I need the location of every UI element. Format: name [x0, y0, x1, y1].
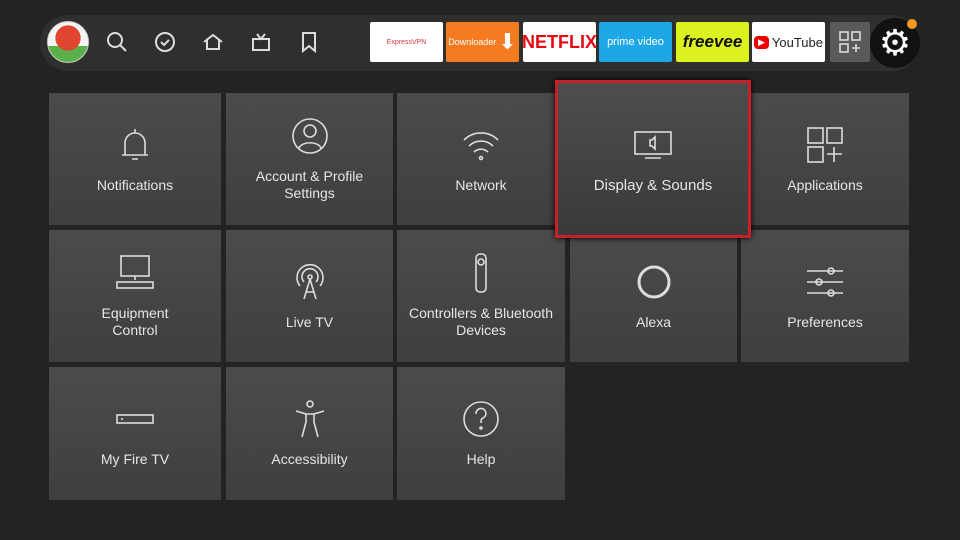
- wifi-icon: [463, 131, 499, 160]
- remote-icon: [475, 253, 487, 293]
- youtube-play-icon: ▶: [753, 35, 769, 49]
- tile-label: Equipment Control: [101, 305, 169, 338]
- tile-label: Account & Profile Settings: [255, 168, 364, 201]
- app-prime-video[interactable]: prime video: [599, 22, 672, 62]
- tile-label: Network: [455, 176, 507, 193]
- equipment-icon: [116, 255, 154, 289]
- sliders-icon: [807, 266, 843, 297]
- tile-alexa[interactable]: Alexa: [570, 230, 737, 362]
- antenna-icon: [295, 263, 324, 299]
- tile-label: Notifications: [96, 176, 174, 193]
- tile-display-sounds[interactable]: Display & Sounds: [555, 80, 751, 238]
- fire-tv-icon: [116, 414, 154, 424]
- tile-label: Accessibility: [271, 451, 348, 467]
- tile-label: My Fire TV: [100, 451, 170, 467]
- help-icon: [463, 401, 499, 437]
- tile-controllers-bluetooth[interactable]: Controllers & Bluetooth Devices: [397, 230, 565, 362]
- tile-network[interactable]: Network: [397, 93, 565, 225]
- app-label: ExpressVPN: [386, 38, 427, 46]
- tile-label: Controllers & Bluetooth Devices: [409, 305, 553, 338]
- home-icon[interactable]: [201, 30, 225, 54]
- profile-avatar[interactable]: [47, 21, 89, 63]
- apps-icon: [807, 126, 843, 163]
- app-label: NETFLIX: [522, 31, 597, 52]
- app-downloader[interactable]: Downloader ⬇: [446, 22, 519, 62]
- download-arrow-icon: ⬇: [498, 29, 517, 54]
- apps-grid-icon: [839, 31, 861, 53]
- all-apps-button[interactable]: [830, 22, 870, 62]
- tile-label: Preferences: [787, 313, 863, 330]
- tile-help[interactable]: Help: [397, 367, 565, 500]
- tile-label: Alexa: [635, 313, 672, 330]
- app-label: prime video: [607, 36, 664, 48]
- tile-label: Help: [466, 451, 496, 467]
- check-circle-icon[interactable]: [153, 30, 177, 54]
- display-icon: [634, 130, 672, 159]
- notification-dot: [907, 19, 917, 29]
- tile-label: Applications: [787, 176, 863, 193]
- app-expressvpn[interactable]: ExpressVPN: [370, 22, 443, 62]
- app-label: Downloader: [448, 37, 497, 47]
- tile-my-fire-tv[interactable]: My Fire TV: [49, 367, 221, 500]
- bookmark-icon[interactable]: [297, 30, 321, 54]
- tile-account-profile-settings[interactable]: Account & Profile Settings: [226, 93, 393, 225]
- live-tv-icon[interactable]: [249, 30, 273, 54]
- alexa-icon: [637, 265, 670, 298]
- accessibility-icon: [295, 400, 324, 438]
- tile-accessibility[interactable]: Accessibility: [226, 367, 393, 500]
- tile-label: Display & Sounds: [593, 176, 713, 194]
- tile-live-tv[interactable]: Live TV: [226, 230, 393, 362]
- app-youtube[interactable]: ▶ YouTube: [752, 22, 825, 62]
- app-label: YouTube: [771, 34, 823, 50]
- tile-applications[interactable]: Applications: [741, 93, 909, 225]
- person-icon: [291, 118, 328, 154]
- app-freevee[interactable]: freevee: [676, 22, 749, 62]
- tile-notifications[interactable]: Notifications: [49, 93, 221, 225]
- app-netflix[interactable]: NETFLIX: [522, 22, 597, 62]
- tile-preferences[interactable]: Preferences: [741, 230, 909, 362]
- bell-icon: [122, 128, 148, 160]
- tile-equipment-control[interactable]: Equipment Control: [49, 230, 221, 362]
- app-label: freevee: [682, 32, 743, 51]
- gear-icon: ⚙: [878, 22, 912, 63]
- search-icon[interactable]: [105, 30, 129, 54]
- tile-label: Live TV: [285, 313, 334, 330]
